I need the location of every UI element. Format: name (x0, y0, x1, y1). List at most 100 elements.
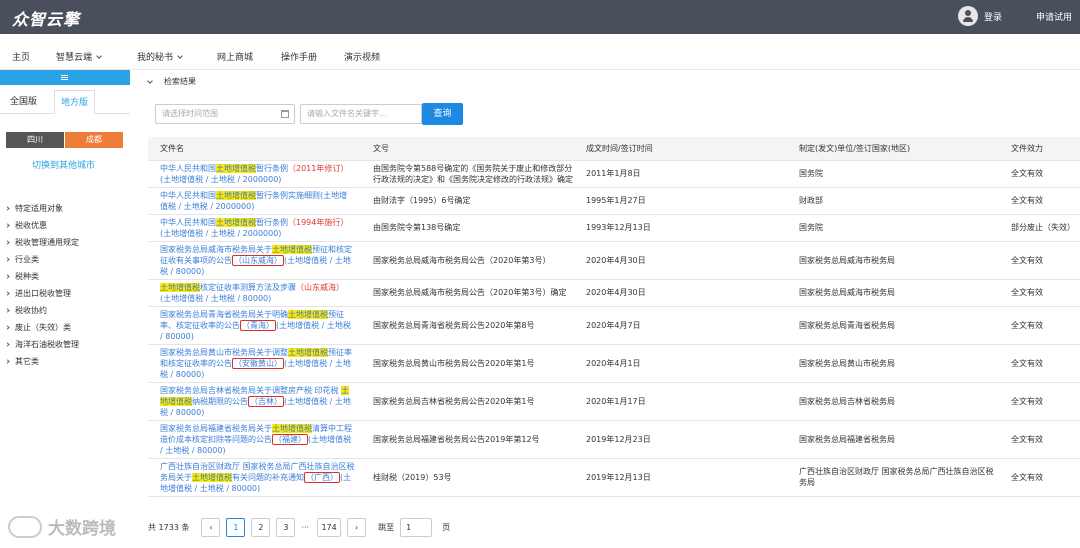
category-label: 废止（失效）类 (15, 323, 71, 332)
login-area[interactable]: 登录 (958, 6, 1002, 26)
region-tag: （广西） (304, 471, 340, 483)
document-status: 全文有效 (999, 382, 1080, 421)
city-selector[interactable]: 成都 (65, 132, 123, 148)
document-number: 由国务院令第588号确定的《国务院关于废止和修改部分行政法规的决定》和《国务院决… (361, 160, 574, 188)
document-status: 部分废止（失效） (999, 214, 1080, 242)
region-tag: （福建） (272, 433, 308, 445)
issuing-unit: 国家税务总局吉林省税务局 (787, 382, 999, 421)
switch-city-link[interactable]: 切换到其他城市 (32, 158, 95, 171)
document-title-link[interactable]: 国家税务总局吉林省税务局关于调整房产税 印花税 土地增值税纳税期限的公告 （吉林）… (148, 382, 361, 421)
region-tag: （吉林） (248, 395, 284, 407)
province-selector[interactable]: 四川 (6, 132, 64, 148)
nav-my-secretary[interactable]: 我的秘书 (137, 50, 183, 63)
category-item[interactable]: 行业类 (5, 251, 79, 268)
table-body: 中华人民共和国土地增值税暂行条例（2011年修订）(土地增值税 / 土地税 / … (148, 160, 1080, 497)
document-title-link[interactable]: 国家税务总局黄山市税务局关于调整土地增值税预征率和核定征收率的公告 （安徽黄山）(… (148, 344, 361, 383)
table-row[interactable]: 中华人民共和国土地增值税暂行条例（1994年施行） (土地增值税 / 土地税 / … (148, 214, 1080, 242)
document-title-link[interactable]: 中华人民共和国土地增值税暂行条例（1994年施行） (土地增值税 / 土地税 / … (148, 214, 361, 242)
category-item[interactable]: 税收管理通用规定 (5, 234, 79, 251)
document-title-link[interactable]: 土地增值税核定征收率测算方法及步骤（山东威海） (土地增值税 / 土地税 / 80… (148, 279, 361, 307)
tab-national[interactable]: 全国版 (4, 90, 43, 114)
table-row[interactable]: 土地增值税核定征收率测算方法及步骤（山东威海） (土地增值税 / 土地税 / 80… (148, 279, 1080, 307)
document-number: 桂财税（2019）53号 (361, 458, 574, 497)
page-button[interactable]: 3 (276, 518, 296, 537)
hamburger-icon (61, 75, 68, 80)
document-title-link[interactable]: 中华人民共和国土地增值税暂行条例实施细则(土地增值税 / 土地税 / 20000… (148, 187, 361, 215)
table-row[interactable]: 广西壮族自治区财政厅 国家税务总局广西壮族自治区税务局关于土地增值税有关问题的补… (148, 458, 1080, 497)
table-row[interactable]: 国家税务总局青海省税务局关于明确土地增值税预征率、核定征收率的公告 （青海） (土地… (148, 306, 1080, 345)
column-header: 成文时间/签订时间 (574, 137, 787, 161)
category-item[interactable]: 废止（失效）类 (5, 319, 79, 336)
page-button[interactable]: 174 (317, 518, 342, 537)
title-text: 核定征收率测算方法及步骤 (200, 282, 296, 292)
search-button[interactable]: 查询 (422, 103, 463, 125)
issuing-unit: 国家税务总局黄山市税务局 (787, 344, 999, 383)
column-header: 文号 (361, 137, 574, 161)
page-button[interactable]: 2 (251, 518, 271, 537)
document-date: 2019年12月13日 (574, 458, 787, 497)
category-item[interactable]: 特定适用对象 (5, 200, 79, 217)
title-region: （山东威海） (296, 282, 344, 292)
title-text: 国家税务总局福建省税务局关于 (160, 423, 272, 433)
category-label: 特定适用对象 (15, 204, 63, 213)
nav-demo-video-label: 演示视频 (344, 53, 381, 63)
keyword-highlight: 土地增值税 (216, 163, 256, 173)
table-row[interactable]: 国家税务总局威海市税务局关于土地增值税预征和核定征收有关事项的公告 （山东威海）(… (148, 241, 1080, 280)
nav-manual[interactable]: 操作手册 (281, 50, 317, 63)
category-list: 特定适用对象 税收优惠 税收管理通用规定 行业类 税种类 进出口税收管理 税收协… (5, 200, 79, 370)
watermark-logo-icon (8, 515, 42, 538)
tab-local[interactable]: 地方版 (54, 90, 96, 114)
category-item[interactable]: 进出口税收管理 (5, 285, 79, 302)
table-row[interactable]: 国家税务总局黄山市税务局关于调整土地增值税预征率和核定征收率的公告 （安徽黄山）(… (148, 344, 1080, 383)
table-row[interactable]: 国家税务总局福建省税务局关于土地增值税清算中工程造价成本核定扣除等问题的公告 （福… (148, 420, 1080, 459)
keyword-input[interactable]: 请输入文件名关键字... (300, 104, 422, 124)
document-date: 2020年1月17日 (574, 382, 787, 421)
menu-toggle-button[interactable] (0, 70, 130, 85)
region-tag: （安徽黄山） (232, 357, 284, 369)
user-avatar-icon[interactable] (958, 6, 978, 26)
breadcrumb[interactable]: 检索结果 (147, 76, 196, 87)
title-category: (土地增值税 / 土地税 / 2000000) (160, 228, 282, 238)
category-label: 海洋石油税收管理 (15, 340, 79, 349)
document-title-link[interactable]: 国家税务总局青海省税务局关于明确土地增值税预征率、核定征收率的公告 （青海） (土地… (148, 306, 361, 345)
trial-link[interactable]: 申请试用 (1036, 10, 1072, 23)
date-range-input[interactable]: 请选择时间范围 (155, 104, 295, 124)
goto-label: 跳至 (378, 523, 395, 532)
next-page-button[interactable]: › (347, 518, 367, 537)
prev-page-button[interactable]: ‹ (201, 518, 221, 537)
table-row[interactable]: 中华人民共和国土地增值税暂行条例实施细则(土地增值税 / 土地税 / 20000… (148, 187, 1080, 215)
document-title-link[interactable]: 国家税务总局威海市税务局关于土地增值税预征和核定征收有关事项的公告 （山东威海）(… (148, 241, 361, 280)
nav-online-store[interactable]: 网上商城 (217, 50, 253, 63)
document-title-link[interactable]: 广西壮族自治区财政厅 国家税务总局广西壮族自治区税务局关于土地增值税有关问题的补… (148, 458, 361, 497)
nav-smart-cloud[interactable]: 智慧云端 (56, 50, 102, 63)
calendar-icon[interactable] (281, 110, 289, 118)
keyword-highlight: 土地增值税 (288, 347, 328, 357)
document-date: 2019年12月23日 (574, 420, 787, 459)
category-item[interactable]: 海洋石油税收管理 (5, 336, 79, 353)
table-row[interactable]: 中华人民共和国土地增值税暂行条例（2011年修订） (土地增值税 / 土地税 / … (148, 160, 1080, 188)
title-region: （2011年修订） (288, 163, 349, 173)
document-number: 由国务院令第138号确定 (361, 214, 574, 242)
chevron-right-icon (5, 325, 10, 330)
category-item[interactable]: 税种类 (5, 268, 79, 285)
login-link[interactable]: 登录 (984, 10, 1002, 23)
category-item[interactable]: 税收协约 (5, 302, 79, 319)
title-text: 暂行条例 (256, 163, 288, 173)
nav-home[interactable]: 主页 (12, 50, 30, 63)
page-button[interactable]: 1 (226, 518, 246, 537)
document-title-link[interactable]: 中华人民共和国土地增值税暂行条例（2011年修订） (土地增值税 / 土地税 / … (148, 160, 361, 188)
chevron-down-icon (147, 77, 153, 84)
category-item[interactable]: 税收优惠 (5, 217, 79, 234)
category-item[interactable]: 其它类 (5, 353, 79, 370)
issuing-unit: 国家税务总局威海市税务局 (787, 279, 999, 307)
title-text: 国家税务总局吉林省税务局关于调整房产税 印花税 (160, 385, 342, 395)
goto-page-input[interactable]: 1 (400, 518, 433, 537)
issuing-unit: 国务院 (787, 160, 999, 188)
nav-demo-video[interactable]: 演示视频 (344, 50, 380, 63)
issuing-unit: 国家税务总局青海省税务局 (787, 306, 999, 345)
app-logo[interactable]: 众智云擎 (12, 6, 80, 30)
table-row[interactable]: 国家税务总局吉林省税务局关于调整房产税 印花税 土地增值税纳税期限的公告 （吉林）… (148, 382, 1080, 421)
document-title-link[interactable]: 国家税务总局福建省税务局关于土地增值税清算中工程造价成本核定扣除等问题的公告 （福… (148, 420, 361, 459)
results-table: 文件名 文号 成文时间/签订时间 制定(发文)单位/签订国家(地区) 文件效力 … (148, 137, 1080, 497)
title-text: 国家税务总局黄山市税务局关于调整 (160, 347, 288, 357)
